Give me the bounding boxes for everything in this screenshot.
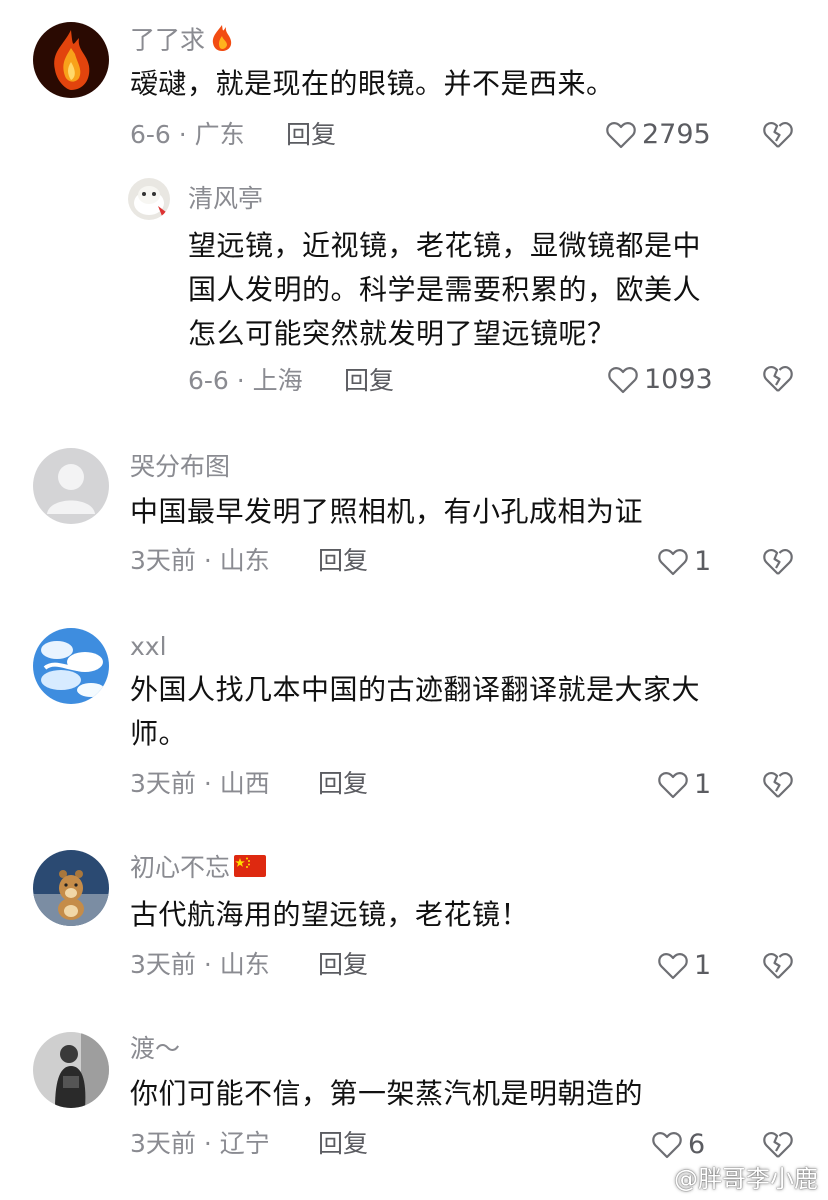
like-button[interactable]: 1 bbox=[658, 949, 711, 983]
like-button[interactable]: 1 bbox=[658, 545, 711, 579]
comment-meta: 3天前 · 山东 bbox=[130, 546, 270, 575]
china-flag-icon bbox=[234, 854, 267, 884]
weibo-logo-icon bbox=[634, 1165, 667, 1191]
username-text[interactable]: 了了求 bbox=[130, 26, 205, 55]
reply-button[interactable]: 回复 bbox=[318, 950, 368, 980]
comment-text: 你们可能不信，第一架蒸汽机是明朝造的 bbox=[130, 1077, 644, 1110]
comment-text-line: 国人发明的。科学是需要积累的，欧美人 bbox=[188, 273, 702, 306]
like-button[interactable]: 1 bbox=[658, 768, 711, 802]
weibo-watermark: @胖哥李小鹿 bbox=[634, 1159, 818, 1194]
username-text[interactable]: 初心不忘 bbox=[130, 853, 230, 882]
like-count: 1 bbox=[694, 546, 712, 577]
comment-meta: 3天前 · 山西 bbox=[130, 769, 270, 798]
avatar[interactable] bbox=[33, 448, 109, 524]
comment-text: 古代航海用的望远镜，老花镜！ bbox=[130, 898, 530, 931]
heart-outline-icon bbox=[658, 549, 688, 576]
comment-text-line: 师。 bbox=[130, 717, 188, 750]
comment-meta: 3天前 · 辽宁 bbox=[130, 1129, 270, 1158]
comment-meta: 3天前 · 山东 bbox=[130, 950, 270, 979]
username[interactable]: 了了求 bbox=[130, 24, 235, 59]
broken-heart-icon[interactable] bbox=[763, 547, 793, 577]
reply-button[interactable]: 回复 bbox=[286, 120, 336, 150]
avatar[interactable] bbox=[33, 22, 109, 98]
avatar[interactable] bbox=[33, 1032, 109, 1108]
username[interactable]: 渡～ bbox=[130, 1034, 180, 1064]
like-count: 2795 bbox=[642, 119, 711, 150]
like-count: 6 bbox=[688, 1129, 706, 1160]
comment-meta: 6-6 · 广东 bbox=[130, 120, 245, 149]
avatar[interactable] bbox=[128, 178, 170, 220]
reply-button[interactable]: 回复 bbox=[318, 546, 368, 576]
comment-text: 中国最早发明了照相机，有小孔成相为证 bbox=[130, 495, 644, 528]
broken-heart-icon[interactable] bbox=[763, 364, 793, 394]
comment-text: 外国人找几本中国的古迹翻译翻译就是大家大 师。 bbox=[130, 668, 700, 756]
broken-heart-icon[interactable] bbox=[763, 1130, 793, 1160]
username[interactable]: 清风亭 bbox=[188, 184, 263, 214]
like-button[interactable]: 1093 bbox=[608, 363, 713, 397]
watermark-text: @胖哥李小鹿 bbox=[674, 1165, 818, 1193]
heart-outline-icon bbox=[658, 953, 688, 980]
broken-heart-icon[interactable] bbox=[763, 951, 793, 981]
heart-outline-icon bbox=[652, 1132, 682, 1159]
like-count: 1 bbox=[694, 950, 712, 981]
comment-text: 望远镜，近视镜，老花镜，显微镜都是中 国人发明的。科学是需要积累的，欧美人 怎么… bbox=[188, 224, 701, 356]
reply-button[interactable]: 回复 bbox=[344, 366, 394, 396]
username[interactable]: 初心不忘 bbox=[130, 853, 267, 884]
reply-button[interactable]: 回复 bbox=[318, 769, 368, 799]
username[interactable]: 哭分布图 bbox=[130, 452, 230, 482]
fire-emoji-icon bbox=[209, 24, 235, 59]
avatar[interactable] bbox=[33, 850, 109, 926]
comment-meta: 6-6 · 上海 bbox=[188, 366, 303, 395]
reply-button[interactable]: 回复 bbox=[318, 1129, 368, 1159]
comment-text-line: 外国人找几本中国的古迹翻译翻译就是大家大 bbox=[130, 673, 701, 706]
avatar[interactable] bbox=[33, 628, 109, 704]
like-count: 1 bbox=[694, 769, 712, 800]
like-button[interactable]: 2795 bbox=[606, 118, 711, 152]
like-count: 1093 bbox=[644, 364, 713, 395]
comment-text-line: 怎么可能突然就发明了望远镜呢？ bbox=[188, 317, 616, 350]
username[interactable]: xxl bbox=[130, 632, 167, 662]
like-button[interactable]: 6 bbox=[652, 1128, 705, 1162]
comment-text: 叆叇，就是现在的眼镜。并不是西来。 bbox=[130, 67, 615, 100]
comment-text-line: 望远镜，近视镜，老花镜，显微镜都是中 bbox=[188, 229, 702, 262]
broken-heart-icon[interactable] bbox=[763, 770, 793, 800]
heart-outline-icon bbox=[606, 122, 636, 149]
heart-outline-icon bbox=[658, 772, 688, 799]
heart-outline-icon bbox=[608, 367, 638, 394]
broken-heart-icon[interactable] bbox=[763, 120, 793, 150]
